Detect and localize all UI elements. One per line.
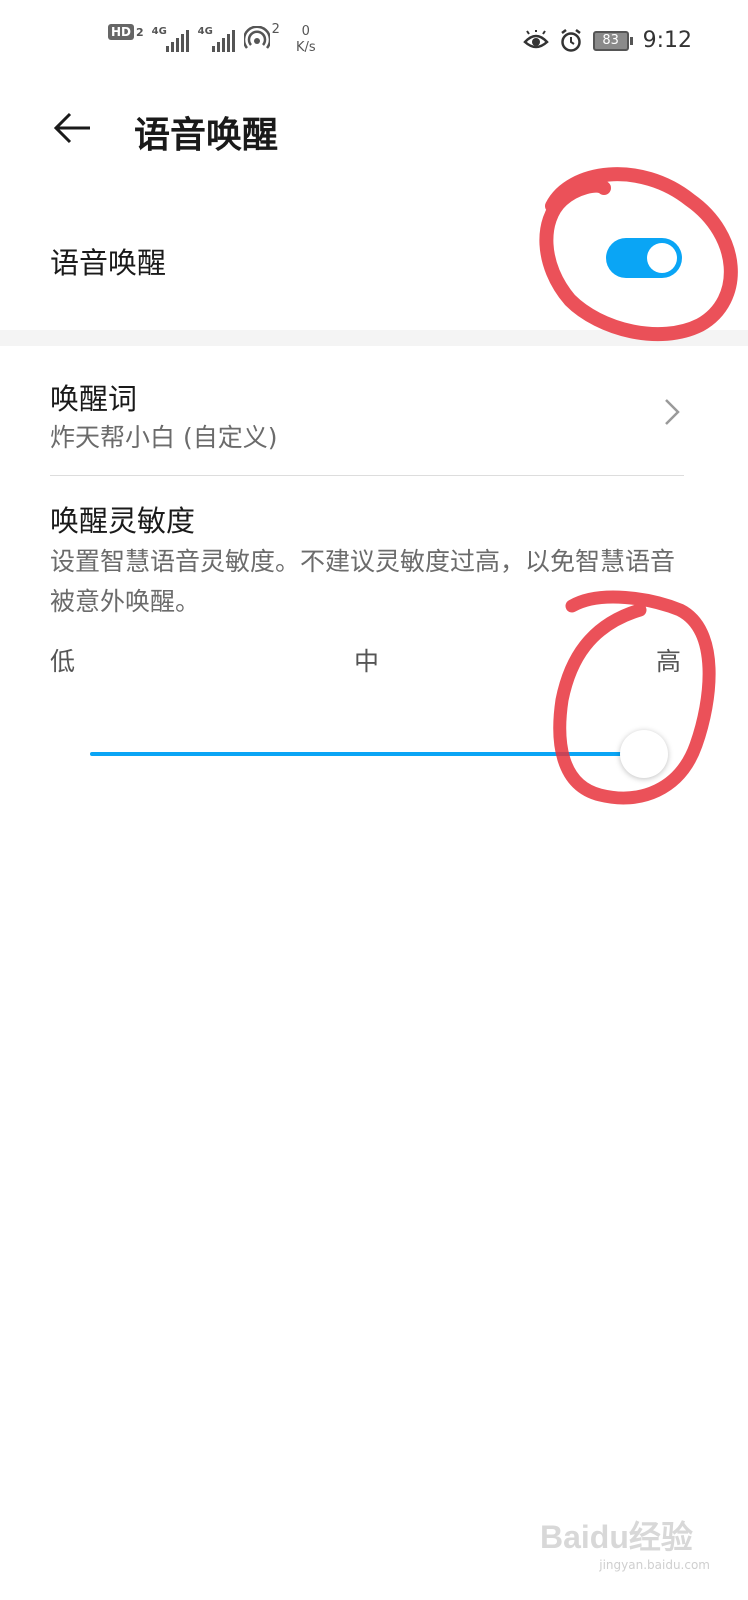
wake-word-row[interactable]: 唤醒词 炸天帮小白 (自定义) — [0, 346, 748, 476]
signal-icon: 4G — [152, 24, 190, 52]
battery-level: 83 — [592, 30, 629, 51]
wake-word-value: 炸天帮小白 (自定义) — [50, 423, 278, 452]
battery-icon: 83 — [592, 30, 633, 51]
voice-wake-label: 语音唤醒 — [50, 246, 167, 280]
eye-comfort-icon — [522, 29, 549, 48]
sensitivity-slider-thumb[interactable] — [620, 730, 668, 778]
watermark-logo: Baidu经验 — [540, 1519, 693, 1555]
net-speed-value: 0 — [301, 24, 310, 39]
sensitivity-tick-mid: 中 — [354, 647, 380, 676]
voice-wake-switch[interactable] — [606, 238, 682, 278]
sensitivity-title: 唤醒灵敏度 — [50, 504, 196, 538]
app-bar: 语音唤醒 — [0, 96, 748, 160]
baidu-watermark: Baidu经验 jingyan.baidu.com — [540, 1512, 710, 1572]
switch-knob — [647, 243, 677, 273]
signal-icon: 4G — [198, 24, 236, 52]
signal-label: 4G — [197, 26, 213, 37]
sensitivity-tick-high: 高 — [656, 647, 682, 676]
hotspot-count: 2 — [271, 22, 280, 37]
clock: 9:12 — [642, 28, 692, 53]
net-speed: 0 K/s — [296, 24, 316, 56]
watermark-url: jingyan.baidu.com — [599, 1558, 710, 1572]
status-left: HD 2 4G 4G 2 0 K/s — [108, 22, 316, 56]
divider — [50, 475, 684, 476]
section-separator — [0, 330, 748, 346]
hd-label: HD — [108, 24, 135, 40]
page-title: 语音唤醒 — [134, 115, 279, 156]
alarm-icon — [560, 28, 581, 52]
wake-word-title: 唤醒词 — [50, 382, 138, 416]
screen: HD 2 4G 4G 2 0 K/s 83 9:12 语音唤醒 语音唤醒 唤醒词… — [0, 0, 748, 1600]
sensitivity-slider-track[interactable] — [90, 752, 644, 756]
status-right: 83 9:12 — [522, 28, 692, 53]
back-arrow-icon[interactable] — [50, 106, 94, 150]
chevron-right-icon — [665, 399, 680, 425]
sensitivity-description: 设置智慧语音灵敏度。不建议灵敏度过高，以免智慧语音被意外唤醒。 — [50, 547, 676, 616]
net-speed-unit: K/s — [295, 40, 316, 55]
hd-icon: HD 2 — [108, 24, 144, 40]
hd-sub-label: 2 — [136, 25, 144, 39]
hotspot-icon — [243, 26, 270, 49]
voice-wake-row[interactable]: 语音唤醒 — [0, 212, 748, 328]
status-bar: HD 2 4G 4G 2 0 K/s 83 9:12 — [0, 0, 748, 84]
signal-label: 4G — [151, 26, 167, 37]
sensitivity-tick-low: 低 — [50, 647, 76, 676]
